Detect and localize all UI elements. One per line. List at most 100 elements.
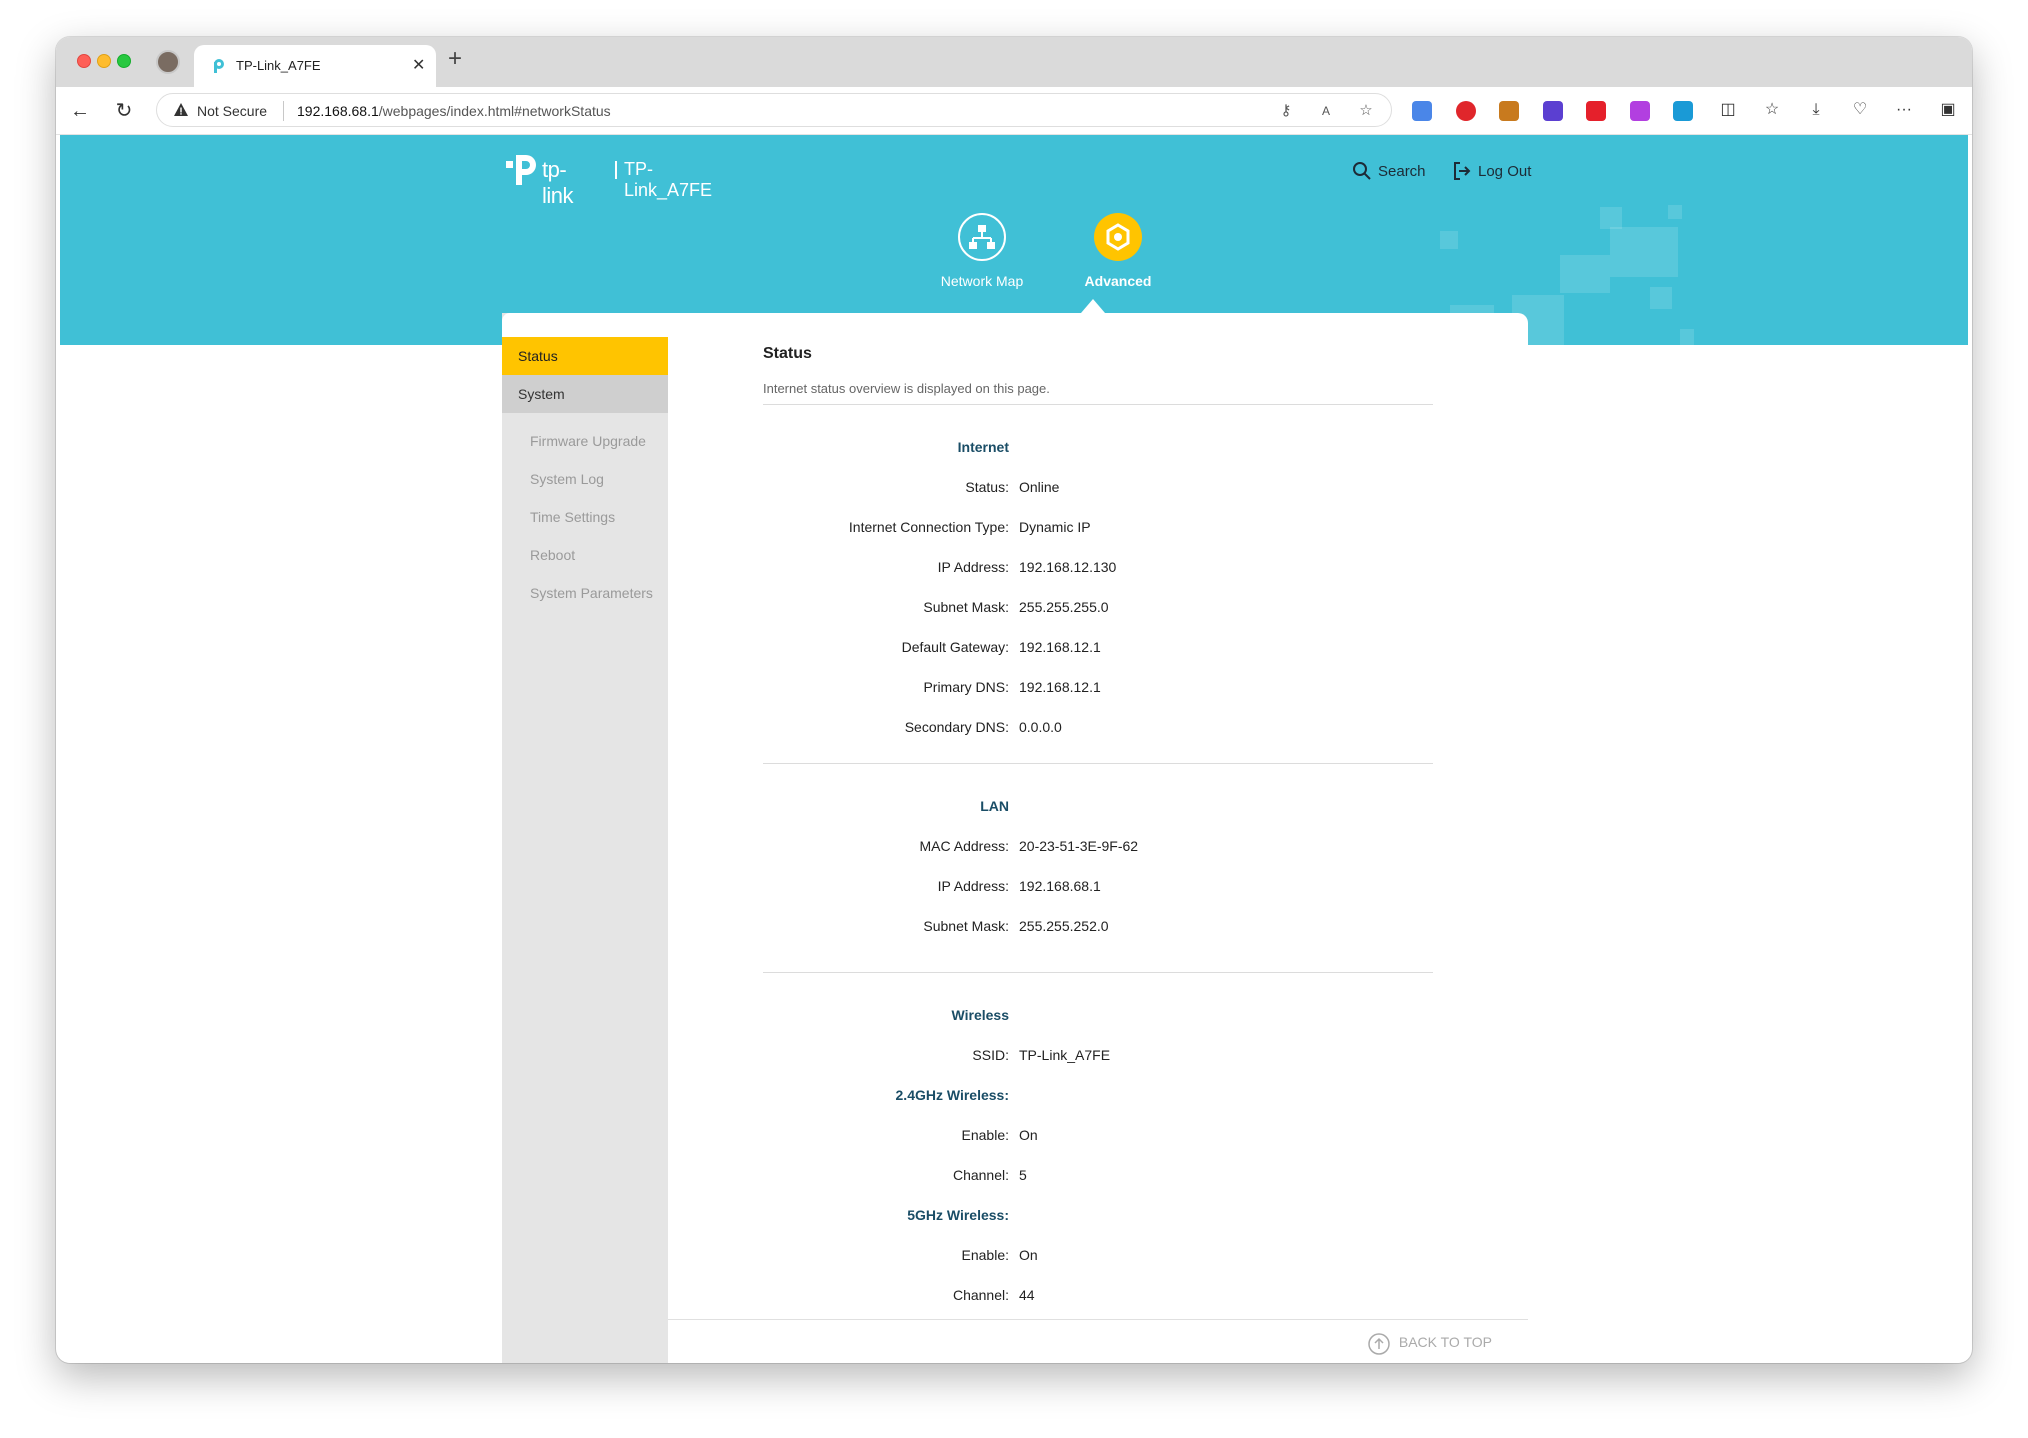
field-label: Subnet Mask: (923, 918, 1009, 934)
more-menu-icon[interactable]: ··· (1893, 99, 1915, 121)
nav-network-map[interactable]: Network Map (917, 213, 1047, 289)
field-value: Online (1019, 479, 1060, 495)
extension-magenta-icon[interactable] (1630, 101, 1650, 121)
tab-bar: TP-Link_A7FE ✕ + (56, 37, 1972, 87)
brand-separator (615, 161, 617, 179)
field-label: SSID: (972, 1047, 1009, 1063)
sidebar-item-time-settings[interactable]: Time Settings (530, 509, 615, 525)
decor-pixel (1560, 255, 1610, 293)
zoom-window-button[interactable] (117, 54, 131, 68)
field-label: Default Gateway: (901, 639, 1009, 655)
logout-icon (1454, 162, 1471, 180)
field-value: 192.168.12.1 (1019, 639, 1101, 655)
field-label: IP Address: (937, 559, 1009, 575)
field-value: TP-Link_A7FE (1019, 1047, 1111, 1063)
address-bar[interactable]: Not Secure 192.168.68.1/webpages/index.h… (156, 93, 1392, 127)
new-tab-button[interactable]: + (448, 47, 462, 71)
subheading-24ghz: 2.4GHz Wireless: (895, 1087, 1009, 1103)
read-aloud-icon[interactable]: A (1317, 102, 1335, 120)
search-label: Search (1378, 163, 1426, 180)
field-value: 255.255.255.0 (1019, 599, 1109, 615)
status-panel: Status Internet status overview is displ… (668, 313, 1528, 1363)
not-secure-label: Not Secure (197, 103, 268, 119)
field-label: Channel: (952, 1167, 1009, 1183)
profile-avatar[interactable] (156, 50, 180, 74)
section-heading-internet: Internet (957, 439, 1009, 455)
favorite-star-icon[interactable]: ☆ (1357, 102, 1375, 120)
nav-label: Network Map (940, 273, 1024, 289)
sidebar-item-system[interactable]: System (502, 375, 668, 413)
field-label: Channel: (952, 1287, 1009, 1303)
password-key-icon[interactable]: ⚷ (1277, 102, 1295, 120)
adblock-extension-icon[interactable] (1456, 101, 1476, 121)
tab-title: TP-Link_A7FE (236, 58, 321, 73)
back-to-top-label: BACK TO TOP (1398, 1334, 1492, 1350)
field-label: Status: (965, 479, 1009, 495)
minimize-window-button[interactable] (97, 54, 111, 68)
decor-pixel (1668, 205, 1682, 219)
field-label: MAC Address: (919, 838, 1009, 854)
downloads-icon[interactable]: ⤓ (1805, 99, 1827, 121)
page-title: Status (763, 345, 812, 362)
field-value: Dynamic IP (1019, 519, 1091, 535)
back-arrow-icon[interactable]: ← (68, 99, 92, 123)
field-label: IP Address: (937, 878, 1009, 894)
extension-link-icon[interactable] (1673, 101, 1693, 121)
field-label: Enable: (961, 1247, 1009, 1263)
favorites-icon[interactable]: ☆ (1761, 99, 1783, 121)
nav-advanced[interactable]: Advanced (1053, 213, 1183, 289)
field-value: 0.0.0.0 (1019, 719, 1062, 735)
url-host: 192.168.68.1 (297, 103, 379, 119)
field-value: On (1019, 1127, 1038, 1143)
sidebar-item-system-parameters[interactable]: System Parameters (530, 585, 653, 601)
browser-window: TP-Link_A7FE ✕ + ← ↻ Not Secure 192.168.… (56, 37, 1972, 1363)
url-text[interactable]: 192.168.68.1/webpages/index.html#network… (297, 103, 611, 119)
divider (763, 972, 1433, 973)
url-separator (283, 101, 284, 121)
decor-pixel (1650, 287, 1672, 309)
router-admin-page: tp-link TP-Link_A7FE Search Log Out Netw… (60, 135, 1968, 1363)
sidebar-item-status[interactable]: Status (502, 337, 668, 375)
decor-pixel (1610, 227, 1678, 277)
sidebar-item-firmware-upgrade[interactable]: Firmware Upgrade (530, 433, 646, 449)
page-description: Internet status overview is displayed on… (763, 381, 1050, 396)
field-label: Internet Connection Type: (848, 519, 1009, 535)
field-label: Secondary DNS: (904, 719, 1009, 735)
sidebar-item-system-log[interactable]: System Log (530, 471, 604, 487)
sidebar-item-reboot[interactable]: Reboot (530, 547, 575, 563)
extension-purple-icon[interactable] (1543, 101, 1563, 121)
tab-close-icon[interactable]: ✕ (412, 55, 425, 75)
decor-pixel (1440, 231, 1458, 249)
translate-extension-icon[interactable] (1412, 101, 1432, 121)
close-window-button[interactable] (77, 54, 91, 68)
brand-wordmark: tp-link (542, 157, 574, 208)
divider (763, 763, 1433, 764)
network-map-icon (958, 213, 1006, 261)
sidebar-toggle-icon[interactable]: ▣ (1937, 99, 1959, 121)
device-name: TP-Link_A7FE (624, 159, 713, 200)
field-value: 192.168.68.1 (1019, 878, 1101, 894)
performance-icon[interactable]: ♡ (1849, 99, 1871, 121)
extension-orange-icon[interactable] (1499, 101, 1519, 121)
warning-icon (174, 103, 188, 116)
browser-tab[interactable]: TP-Link_A7FE ✕ (194, 45, 436, 87)
field-value: On (1019, 1247, 1038, 1263)
field-label: Subnet Mask: (923, 599, 1009, 615)
field-value: 5 (1019, 1167, 1027, 1183)
back-to-top-bar: BACK TO TOP (668, 1319, 1528, 1363)
reload-icon[interactable]: ↻ (112, 99, 136, 123)
decor-pixel (1600, 207, 1622, 229)
decor-pixel (1680, 329, 1694, 345)
field-label: Primary DNS: (923, 679, 1009, 695)
tplink-logo-icon (506, 155, 536, 185)
advanced-gear-icon (1094, 213, 1142, 261)
active-nav-pointer (1081, 299, 1105, 313)
back-to-top-button[interactable]: BACK TO TOP (1368, 1333, 1492, 1358)
field-value: 192.168.12.130 (1019, 559, 1117, 575)
extension-red-icon[interactable] (1586, 101, 1606, 121)
split-screen-icon[interactable]: ◫ (1717, 99, 1739, 121)
field-value: 20-23-51-3E-9F-62 (1019, 838, 1139, 854)
browser-toolbar: ← ↻ Not Secure 192.168.68.1/webpages/ind… (56, 87, 1972, 135)
section-heading-wireless: Wireless (951, 1007, 1009, 1023)
divider (763, 404, 1433, 405)
